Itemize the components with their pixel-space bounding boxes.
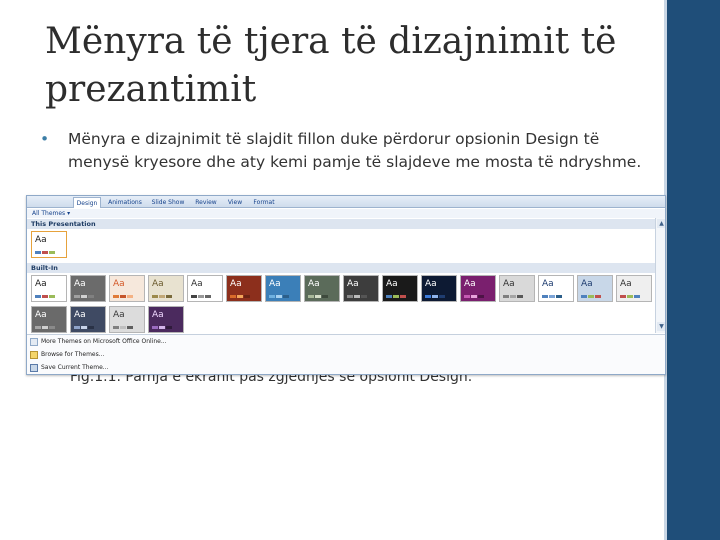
scroll-down-icon[interactable]: ▼ xyxy=(657,322,665,331)
theme-thumbnail[interactable]: Aa xyxy=(109,275,145,302)
theme-thumbnail-label: Aa xyxy=(425,279,437,289)
gallery-scrollbar[interactable]: ▲ ▼ xyxy=(655,218,665,333)
theme-thumbnail[interactable]: Aa xyxy=(304,275,340,302)
theme-color-swatches xyxy=(74,295,94,298)
theme-thumbnail[interactable]: Aa xyxy=(343,275,379,302)
theme-color-swatches xyxy=(464,295,484,298)
tab-slide-show[interactable]: Slide Show xyxy=(147,197,189,208)
theme-thumbnail-label: Aa xyxy=(113,310,125,320)
save-icon xyxy=(30,364,38,372)
theme-thumbnail-label: Aa xyxy=(35,279,47,289)
theme-thumbnail[interactable]: Aa xyxy=(187,275,223,302)
tab-format[interactable]: Format xyxy=(249,197,279,208)
theme-thumbnail-label: Aa xyxy=(347,279,359,289)
theme-color-swatches xyxy=(35,295,55,298)
bullet-dot-icon: • xyxy=(40,130,50,148)
bullet-text: Mënyra e dizajnimit të slajdit fillon du… xyxy=(68,130,642,171)
theme-color-swatches xyxy=(581,295,601,298)
folder-icon xyxy=(30,351,38,359)
theme-thumbnail[interactable]: Aa xyxy=(70,275,106,302)
theme-thumbnail-label: Aa xyxy=(152,279,164,289)
theme-thumbnail-label: Aa xyxy=(35,235,47,245)
theme-thumbnail[interactable]: Aa xyxy=(538,275,574,302)
theme-thumbnail-label: Aa xyxy=(191,279,203,289)
right-accent-bar xyxy=(667,0,720,540)
theme-thumbnail[interactable]: Aa xyxy=(109,306,145,333)
theme-thumbnail[interactable]: Aa xyxy=(31,275,67,302)
theme-thumbnail[interactable]: Aa xyxy=(31,306,67,333)
theme-thumbnail-label: Aa xyxy=(581,279,593,289)
theme-thumbnail-label: Aa xyxy=(230,279,242,289)
theme-thumbnail[interactable]: Aa xyxy=(70,306,106,333)
theme-thumbnail-label: Aa xyxy=(503,279,515,289)
theme-color-swatches xyxy=(113,326,133,329)
theme-thumbnail-label: Aa xyxy=(386,279,398,289)
theme-thumbnail[interactable]: Aa xyxy=(148,275,184,302)
theme-thumbnail[interactable]: Aa xyxy=(499,275,535,302)
theme-thumbnail[interactable]: Aa xyxy=(226,275,262,302)
theme-color-swatches xyxy=(425,295,445,298)
theme-thumbnail[interactable]: Aa xyxy=(460,275,496,302)
menu-more-themes[interactable]: More Themes on Microsoft Office Online..… xyxy=(41,336,167,347)
theme-thumbnail-label: Aa xyxy=(74,279,86,289)
menu-browse-themes[interactable]: Browse for Themes... xyxy=(41,349,104,360)
scroll-up-icon[interactable]: ▲ xyxy=(657,219,665,228)
theme-thumbnail-label: Aa xyxy=(74,310,86,320)
theme-thumbnail-label: Aa xyxy=(113,279,125,289)
theme-thumbnail-label: Aa xyxy=(152,310,164,320)
theme-color-swatches xyxy=(191,295,211,298)
theme-color-swatches xyxy=(503,295,523,298)
theme-thumbnail-label: Aa xyxy=(464,279,476,289)
theme-thumbnail[interactable]: Aa xyxy=(616,275,652,302)
theme-thumbnail[interactable]: Aa xyxy=(577,275,613,302)
design-themes-screenshot: Design Animations Slide Show Review View… xyxy=(26,195,666,375)
theme-color-swatches xyxy=(386,295,406,298)
tab-review[interactable]: Review xyxy=(191,197,221,208)
theme-color-swatches xyxy=(113,295,133,298)
themes-menu: More Themes on Microsoft Office Online..… xyxy=(27,334,665,374)
theme-color-swatches xyxy=(620,295,640,298)
theme-thumbnail-label: Aa xyxy=(542,279,554,289)
theme-thumbnail-label: Aa xyxy=(620,279,632,289)
theme-color-swatches xyxy=(230,295,250,298)
this-presentation-label: This Presentation xyxy=(27,219,665,229)
theme-color-swatches xyxy=(347,295,367,298)
all-themes-dropdown[interactable]: All Themes ▾ xyxy=(27,209,665,218)
theme-color-swatches xyxy=(308,295,328,298)
theme-color-swatches xyxy=(152,326,172,329)
tab-animations[interactable]: Animations xyxy=(105,197,145,208)
theme-color-swatches xyxy=(269,295,289,298)
slide-title: Mënyra të tjera të dizajnimit të prezant… xyxy=(45,21,617,110)
menu-save-theme[interactable]: Save Current Theme... xyxy=(41,362,109,373)
theme-thumbnail-label: Aa xyxy=(35,310,47,320)
theme-thumbnail[interactable]: Aa xyxy=(31,231,67,258)
theme-color-swatches xyxy=(74,326,94,329)
built-in-label: Built-In xyxy=(27,263,665,273)
ribbon-tabs: Design Animations Slide Show Review View… xyxy=(27,196,665,208)
theme-color-swatches xyxy=(542,295,562,298)
office-online-icon xyxy=(30,338,38,346)
theme-thumbnail[interactable]: Aa xyxy=(148,306,184,333)
tab-design[interactable]: Design xyxy=(73,197,101,208)
tab-view[interactable]: View xyxy=(223,197,247,208)
theme-thumbnail[interactable]: Aa xyxy=(382,275,418,302)
theme-thumbnail-label: Aa xyxy=(308,279,320,289)
theme-color-swatches xyxy=(35,326,55,329)
theme-thumbnail[interactable]: Aa xyxy=(421,275,457,302)
bullet-item: • Mënyra e dizajnimit të slajdit fillon … xyxy=(40,128,654,174)
theme-thumbnail[interactable]: Aa xyxy=(265,275,301,302)
theme-color-swatches xyxy=(152,295,172,298)
theme-thumbnail-label: Aa xyxy=(269,279,281,289)
theme-color-swatches xyxy=(35,251,55,254)
